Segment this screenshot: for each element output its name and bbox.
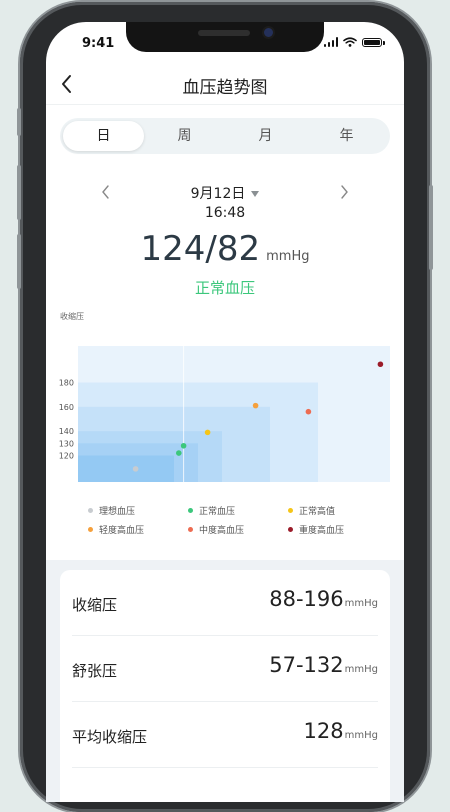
reading-time: 16:48 bbox=[204, 205, 246, 221]
blood-pressure-chart: 180160140130120808590100110舒张压 bbox=[59, 346, 390, 482]
legend-item: 中度高血压 bbox=[188, 524, 288, 536]
tab-week[interactable]: 周 bbox=[144, 121, 225, 151]
stat-value: 128mmHg bbox=[304, 719, 378, 743]
reading: 124/82 mmHg bbox=[46, 229, 404, 269]
stat-number: 128 bbox=[303, 719, 344, 743]
stat-unit: mmHg bbox=[344, 730, 378, 741]
speaker-grille bbox=[198, 30, 250, 36]
data-point bbox=[252, 402, 259, 409]
reading-status: 正常血压 bbox=[194, 279, 255, 297]
legend-item: 轻度高血压 bbox=[88, 524, 188, 536]
stat-unit: mmHg bbox=[344, 598, 378, 609]
legend-item: 正常高值 bbox=[288, 505, 388, 517]
tab-year[interactable]: 年 bbox=[306, 121, 387, 151]
navigation-bar: 血压趋势图 bbox=[46, 66, 404, 105]
stats-card: 收缩压 88-196mmHg 舒张压 57-132mmHg 平均收缩压 128m… bbox=[60, 570, 390, 802]
stat-unit: mmHg bbox=[344, 664, 378, 675]
stat-value: 57-132mmHg bbox=[269, 653, 378, 677]
caret-down-icon bbox=[251, 191, 260, 197]
app-screen: 9:41 血压趋势图 日 周 月 年 9月12日 16:48 124/82 mm… bbox=[46, 22, 404, 802]
legend-label: 正常高值 bbox=[299, 506, 336, 517]
reading-value: 124/82 bbox=[140, 229, 261, 269]
notch bbox=[126, 22, 324, 52]
page-title: 血压趋势图 bbox=[182, 78, 268, 98]
legend-label: 理想血压 bbox=[99, 506, 136, 517]
stat-value: 88-196mmHg bbox=[269, 587, 378, 611]
legend-dot bbox=[88, 526, 93, 532]
chart-legend: 理想血压 正常血压 正常高值 轻度高血压 中度高血压 重度高血压 bbox=[88, 505, 388, 536]
signal-icon bbox=[323, 37, 338, 47]
data-point bbox=[377, 361, 384, 368]
front-camera bbox=[264, 28, 273, 37]
chevron-right-icon[interactable] bbox=[334, 182, 354, 202]
legend-label: 轻度高血压 bbox=[99, 525, 145, 536]
y-tick-label: 140 bbox=[59, 427, 74, 436]
tab-month[interactable]: 月 bbox=[225, 121, 306, 151]
legend-label: 中度高血压 bbox=[199, 525, 245, 536]
date-label: 9月12日 bbox=[190, 186, 246, 202]
power-button bbox=[429, 185, 433, 270]
y-tick-label: 120 bbox=[59, 452, 74, 461]
legend-dot bbox=[288, 507, 293, 513]
legend-dot bbox=[88, 507, 93, 513]
data-point bbox=[132, 466, 139, 472]
y-tick-label: 180 bbox=[59, 379, 74, 388]
period-tabs: 日 周 月 年 bbox=[60, 118, 390, 154]
wifi-icon bbox=[343, 37, 357, 47]
date-selector: 9月12日 bbox=[46, 182, 404, 202]
legend-dot bbox=[188, 507, 193, 513]
stat-label: 舒张压 bbox=[72, 662, 118, 680]
legend-item: 正常血压 bbox=[188, 505, 288, 517]
legend-label: 重度高血压 bbox=[299, 525, 345, 536]
data-point bbox=[305, 408, 312, 415]
y-tick-label: 160 bbox=[59, 403, 74, 412]
stat-row-avg-systolic: 平均收缩压 128mmHg bbox=[72, 702, 378, 768]
chart-zone bbox=[78, 455, 174, 482]
stat-row-diastolic: 舒张压 57-132mmHg bbox=[72, 636, 378, 702]
legend-dot bbox=[288, 526, 293, 532]
status-time: 9:41 bbox=[82, 36, 115, 51]
data-point bbox=[204, 429, 211, 436]
reading-unit: mmHg bbox=[266, 249, 310, 264]
stat-label: 平均收缩压 bbox=[72, 728, 148, 746]
status-icons bbox=[323, 37, 385, 47]
battery-icon bbox=[362, 37, 385, 47]
y-tick-label: 130 bbox=[59, 439, 74, 448]
volume-up-button bbox=[17, 165, 21, 220]
stat-row-systolic: 收缩压 88-196mmHg bbox=[72, 570, 378, 636]
stat-label: 收缩压 bbox=[72, 596, 118, 614]
tab-day[interactable]: 日 bbox=[63, 121, 144, 151]
volume-down-button bbox=[17, 234, 21, 289]
legend-dot bbox=[188, 526, 193, 532]
stat-number: 57-132 bbox=[269, 653, 344, 677]
data-point bbox=[180, 442, 187, 449]
legend-label: 正常血压 bbox=[199, 506, 236, 517]
data-point bbox=[176, 450, 182, 456]
silent-switch bbox=[17, 108, 21, 136]
legend-item: 理想血压 bbox=[88, 505, 188, 517]
stat-number: 88-196 bbox=[269, 587, 344, 611]
legend-item: 重度高血压 bbox=[288, 524, 388, 536]
